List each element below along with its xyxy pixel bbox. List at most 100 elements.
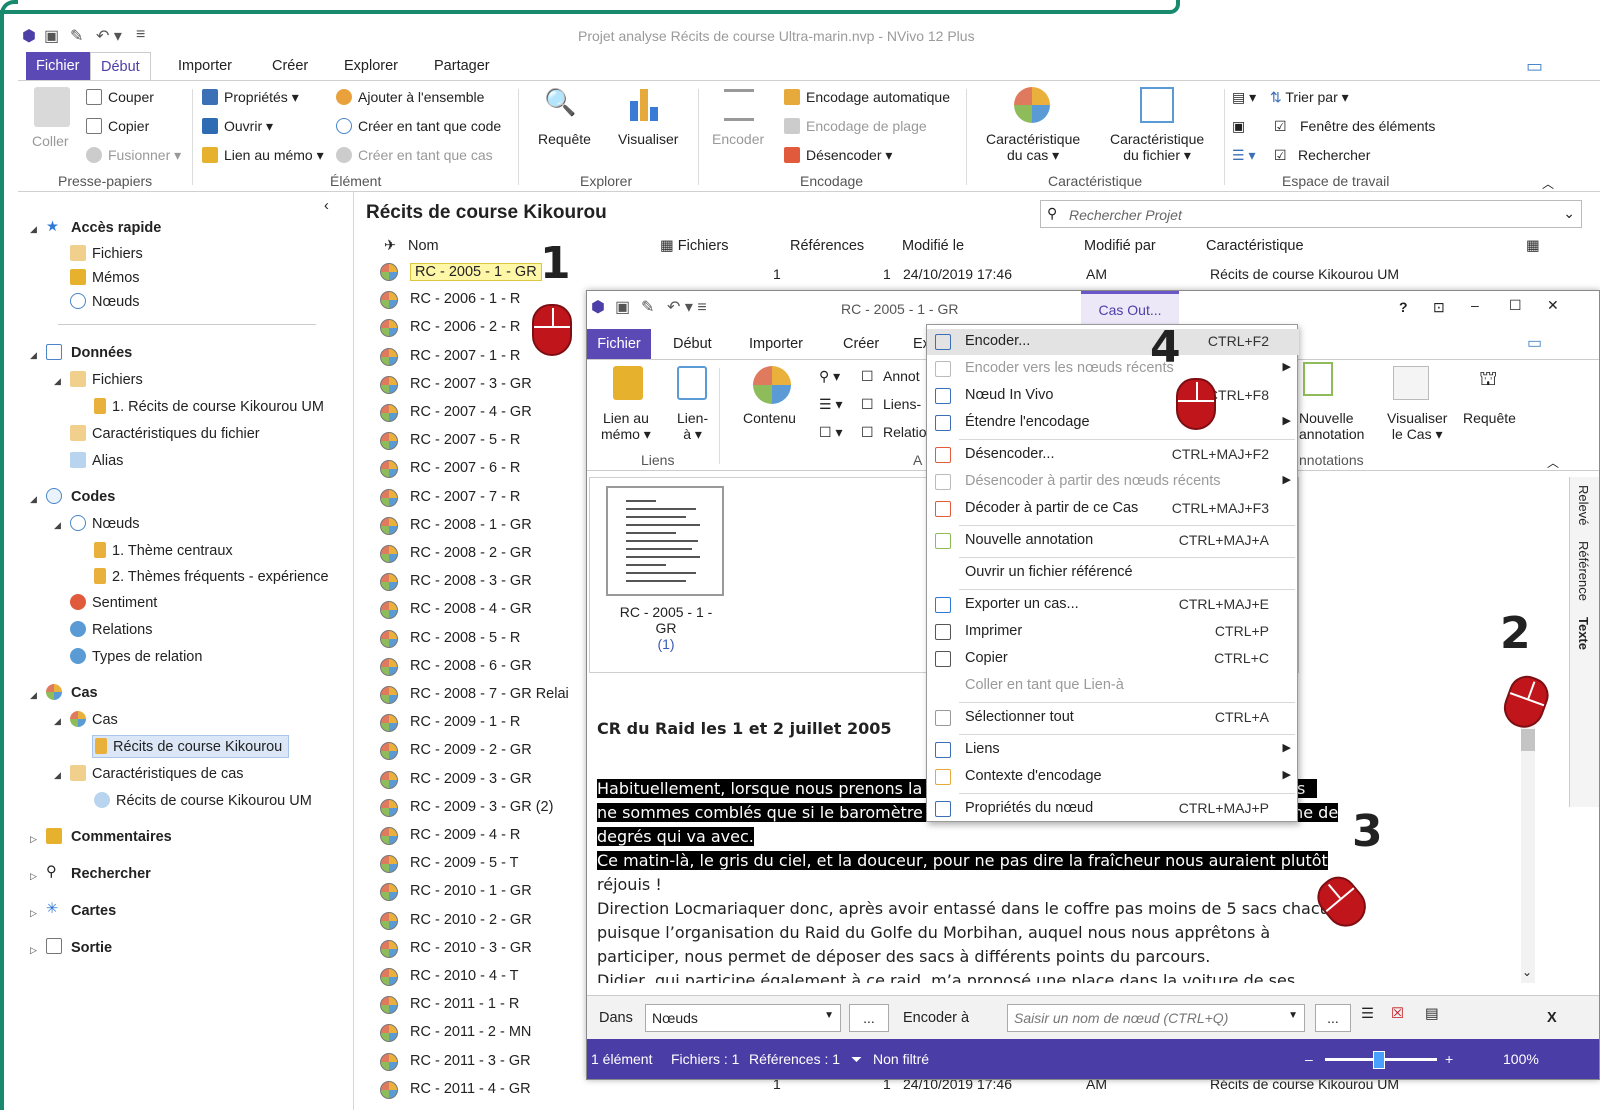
table-row[interactable]: RC - 2008 - 5 - R [380,625,590,653]
table-row[interactable]: RC - 2010 - 3 - GR [380,935,590,963]
nav-cartes[interactable]: Cartes [71,903,116,919]
table-row[interactable]: RC - 2008 - 7 - GR Relai [380,681,590,709]
quick-access-menu-icon[interactable]: ≡ [136,26,145,44]
tab-debut[interactable]: Début [90,52,151,80]
file-classification-button[interactable]: Caractéristique du fichier ▾ [1110,131,1204,164]
tab-creer[interactable]: Créer [843,329,879,359]
nav-caract-fichier[interactable]: Caractéristiques du fichier [70,425,260,442]
nav-sentiment[interactable]: Sentiment [70,594,157,611]
query-button[interactable]: Requête [538,131,591,147]
tab-reference[interactable]: Référence [1576,541,1591,601]
nav-donnees-fichiers[interactable]: Fichiers [70,371,143,388]
menu-item[interactable]: Décoder à partir de ce Cas CTRL+MAJ+F3 [927,496,1299,522]
find-checkbox[interactable]: ☑ [1274,147,1287,164]
copy-button[interactable]: Copier [86,118,149,134]
expand-icon[interactable]: ◢ [54,716,61,727]
table-row[interactable]: RC - 2009 - 5 - T [380,850,590,878]
tab-debut[interactable]: Début [673,329,712,359]
nav-noeuds[interactable]: Nœuds [70,293,140,310]
nav-acces-rapide[interactable]: Accès rapide [71,220,161,236]
expand-icon[interactable]: ◢ [30,224,37,235]
visualize-button[interactable]: Visualiser [618,131,678,147]
collapsed-icon[interactable]: ▷ [30,945,37,956]
case-classification-button[interactable]: Caractéristique du cas ▾ [986,131,1080,164]
query-button[interactable]: Requête [1463,410,1516,426]
nav-donnees[interactable]: Données [71,345,132,361]
zoom-slider-thumb[interactable] [1373,1051,1385,1069]
nav-alias[interactable]: Alias [70,452,123,469]
paste-button[interactable]: Coller [32,133,69,149]
menu-item[interactable]: Contexte d'encodage ▶ [927,764,1299,790]
coding-options-icon[interactable]: ▤ [1425,1006,1439,1022]
edit-icon[interactable]: ✎ [70,26,83,46]
collapsed-icon[interactable]: ▷ [30,908,37,919]
table-row[interactable]: RC - 2008 - 3 - GR [380,568,590,596]
annotations-checkbox[interactable]: ☐ [861,368,874,385]
expand-icon[interactable]: ◢ [54,520,61,531]
cut-button[interactable]: Couper [86,89,154,105]
tab-releve[interactable]: Relevé [1576,485,1591,525]
menu-item[interactable]: Exporter un cas... CTRL+MAJ+E [927,592,1299,618]
encode-button[interactable]: Encoder [712,131,764,147]
table-row[interactable]: RC - 2007 - 5 - R [380,427,590,455]
menu-item[interactable]: Liens ▶ [927,737,1299,763]
query-icon[interactable]: ⚲ ▾ [819,368,840,385]
nav-commentaires[interactable]: Commentaires [71,829,172,845]
tab-importer[interactable]: Importer [168,52,242,80]
nav-recits-um[interactable]: Récits de course Kikourou UM [94,792,312,809]
dock-icon[interactable]: ⊡ [1433,299,1445,316]
table-row[interactable]: RC - 2009 - 1 - R [380,709,590,737]
col-fichiers[interactable]: ▦ Fichiers [660,238,729,254]
menu-item[interactable]: Copier CTRL+C [927,646,1299,672]
undo-icon[interactable]: ↶ ▾ [96,26,122,46]
nav-memos[interactable]: Mémos [70,269,140,286]
table-row[interactable]: RC - 2010 - 1 - GR [380,878,590,906]
box-icon[interactable]: ☐ ▾ [819,424,842,441]
save-icon[interactable]: ▣ [44,26,59,46]
collapsed-icon[interactable]: ▷ [30,871,37,882]
maximize-icon[interactable]: ☐ [1509,297,1522,314]
menu-item[interactable]: Nœud In Vivo CTRL+F8 [927,383,1299,409]
tab-importer[interactable]: Importer [749,329,803,359]
search-input[interactable]: Rechercher Projet [1069,207,1182,223]
content-button[interactable]: Contenu [743,410,796,426]
table-row[interactable]: RC - 2011 - 4 - GR [380,1076,590,1104]
collapsed-icon[interactable]: ▷ [30,834,37,845]
column-chooser-icon[interactable]: ▦ [1526,238,1540,254]
see-also-checkbox[interactable]: ☐ [861,396,874,413]
merge-button[interactable]: Fusionner ▾ [86,147,181,164]
list-icon[interactable]: ☰ ▾ [819,396,842,413]
minimize-icon[interactable]: – [1471,297,1479,313]
item-window-checkbox[interactable]: ☑ [1274,118,1287,135]
create-as-code-button[interactable]: Créer en tant que code [336,118,501,134]
tab-partager[interactable]: Partager [424,52,500,80]
menu-item[interactable]: Désencoder à partir des nœuds récents ▶ [927,469,1299,495]
col-modifie-par[interactable]: Modifié par [1084,238,1156,254]
zoom-out-icon[interactable]: – [1305,1051,1313,1067]
save-icon[interactable]: ▣ [615,297,630,317]
sort-button[interactable]: ⇅ Trier par ▾ [1270,89,1349,106]
table-row[interactable]: RC - 2009 - 2 - GR [380,737,590,765]
tab-fichier[interactable]: Fichier [587,329,651,359]
menu-item[interactable]: Nouvelle annotation CTRL+MAJ+A [927,528,1299,554]
table-row[interactable]: RC - 2008 - 4 - GR [380,596,590,624]
menu-item[interactable]: Désencoder... CTRL+MAJ+F2 [927,442,1299,468]
see-also-button[interactable]: Lien-à ▾ [677,410,708,443]
table-row[interactable]: RC - 2009 - 3 - GR (2) [380,794,590,822]
memo-link-button[interactable]: Lien au mémo ▾ [202,147,324,164]
range-code-button[interactable]: Encodage de plage [784,118,927,134]
close-icon[interactable]: ✕ [1547,297,1559,314]
code-selection-icon[interactable]: ☰ [1361,1006,1374,1022]
auto-code-button[interactable]: Encodage automatique [784,89,950,105]
memo-link-button[interactable]: Lien au mémo ▾ [601,410,651,443]
layout-icon[interactable]: ▤ ▾ [1232,89,1256,106]
table-row[interactable]: RC - 2008 - 2 - GR [380,540,590,568]
table-row[interactable]: RC - 2007 - 4 - GR [380,399,590,427]
create-as-case-button[interactable]: Créer en tant que cas [336,147,493,163]
table-row[interactable]: RC - 2011 - 1 - R [380,991,590,1019]
col-references[interactable]: Références [790,238,864,254]
scroll-down-icon[interactable]: ⌄ [1522,965,1532,979]
nav-sortie[interactable]: Sortie [71,940,112,956]
nav-fichiers[interactable]: Fichiers [70,245,143,262]
table-row[interactable]: RC - 2010 - 4 - T [380,963,590,991]
